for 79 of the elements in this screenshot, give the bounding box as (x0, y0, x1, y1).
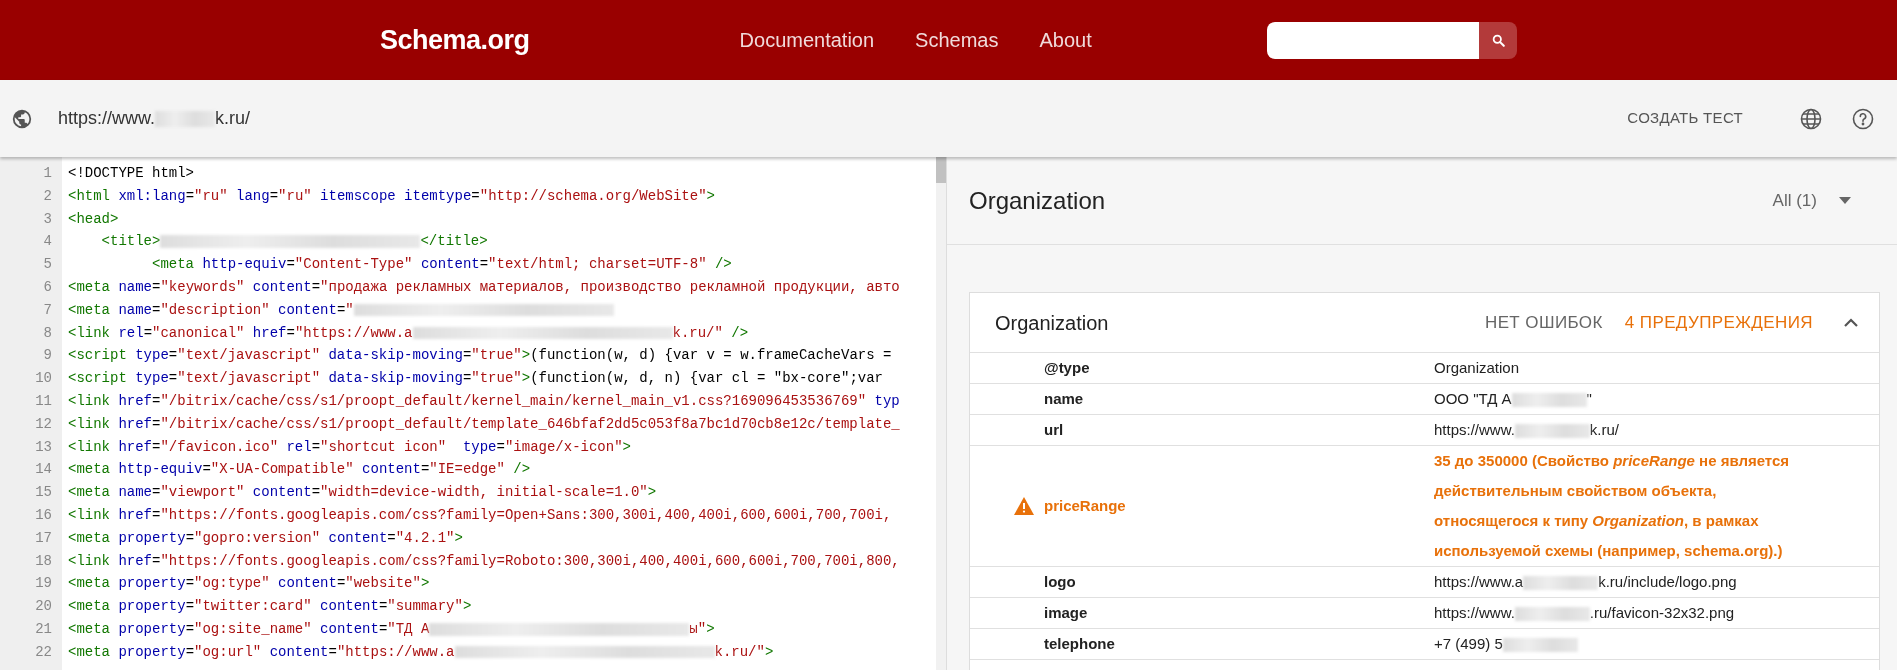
scrollbar-thumb[interactable] (936, 157, 946, 183)
line-number: 1 (42, 164, 53, 183)
property-value: Organization (1434, 358, 1521, 378)
property-value: https://www. .ru/favicon-32x32.png (1434, 603, 1736, 623)
property-name: telephone (1044, 633, 1116, 654)
code-line: <script type="text/javascript" data-skip-moving="true">(function(w, d, n) {var cl = "bx-core";var (67, 369, 884, 389)
line-number: 5 (42, 255, 53, 275)
url-text: https://www. k.ru/ (58, 107, 251, 130)
line-number: 11 (34, 391, 53, 411)
property-name: priceRange (1044, 495, 1127, 516)
line-number: 6 (42, 278, 53, 297)
code-line: <link href="/bitrix/cache/css/s1/proopt_default/template_646bfaf2dd5c053f8a7bc1d70cb8e12c/template_ (67, 414, 901, 434)
line-number: 3 (42, 209, 53, 229)
filter-dropdown[interactable]: All (1) (1766, 186, 1857, 215)
help-icon[interactable] (1851, 106, 1875, 131)
line-number: 20 (34, 597, 53, 617)
card-title: Organization (995, 310, 1109, 336)
property-name: url (1044, 419, 1065, 440)
code-line: <meta property="gopro:version" content="4.2.1"> (67, 528, 464, 548)
code-line: <meta http-equiv="X-UA-Compatible" content="IE=edge" /> (67, 460, 532, 480)
error-count: НЕТ ОШИБОК (1484, 311, 1603, 334)
property-name: name (1044, 388, 1085, 409)
code-line: <link href="/bitrix/cache/css/s1/proopt_default/kernel_main/kernel_main_v1.css?169096453536769" typ (67, 391, 901, 411)
create-test-button[interactable]: СОЗДАТЬ ТЕСТ (1621, 106, 1749, 131)
code-line: <meta property="og:url" content="https://www.a k.ru/"> (67, 642, 775, 662)
line-number: 10 (34, 369, 53, 389)
code-line: <title> </title> (100, 232, 489, 252)
property-value: 35 до 350000 (Свойство priceRange не является действительным свойством объекта, относящегося к типу Organization, в рамках используемой схемы (например, schema.org).) (1434, 451, 1791, 561)
property-value: https://www. k.ru/ (1434, 420, 1621, 440)
line-number: 19 (34, 574, 53, 594)
code-line: <meta property="og:site_name" content="ТД А ы"> (67, 619, 716, 639)
code-line: <link href="https://fonts.googleapis.com/css?family=Open+Sans:300,300i,400,400i,600,600i,700,700i, (67, 505, 893, 525)
nav-link[interactable]: Documentation (739, 25, 875, 55)
code-line: <meta http-equiv="Content-Type" content="text/html; charset=UTF-8" /> (151, 255, 733, 275)
property-name: logo (1044, 571, 1077, 592)
results-title: Organization (969, 185, 1106, 216)
line-number: 8 (42, 323, 53, 343)
line-number: 13 (34, 437, 53, 457)
line-number: 21 (34, 619, 53, 639)
globe-icon (11, 107, 33, 130)
property-value: https://www.a k.ru/include/logo.png (1434, 572, 1738, 592)
code-line: <meta name="viewport" content="width=device-width, initial-scale=1.0"> (67, 483, 658, 503)
line-number: 9 (42, 346, 53, 366)
code-line: <meta name="description" content=" (62, 298, 932, 322)
code-line: <head> (67, 209, 120, 229)
line-number: 14 (34, 460, 53, 480)
line-number: 12 (34, 414, 53, 434)
code-line: <meta name="keywords" content="продажа рекламных материалов, производство рекламной продукции, авто (67, 278, 901, 297)
line-number: 22 (34, 642, 53, 662)
chevron-up-icon (1843, 318, 1859, 329)
property-name: image (1044, 602, 1089, 623)
code-line: <meta property="og:type" content="website"> (67, 574, 431, 594)
code-line: <!DOCTYPE html> (67, 164, 196, 183)
code-line: <link href="/favicon.ico" rel="shortcut icon" type="image/x-icon"> (67, 437, 632, 457)
nav-link[interactable]: Schemas (915, 25, 999, 55)
warning-count: 4 ПРЕДУПРЕЖДЕНИЯ (1624, 311, 1813, 334)
warning-icon (1014, 497, 1034, 515)
site-logo[interactable]: Schema.org (380, 19, 530, 61)
nav-link[interactable]: About (1039, 25, 1092, 55)
property-name: @type (1044, 357, 1091, 378)
line-number: 18 (34, 551, 53, 571)
search-icon (1491, 33, 1505, 47)
code-line: <script type="text/javascript" data-skip-moving="true">(function(w, d) {var v = w.frameCacheVars = (67, 346, 893, 366)
property-value: ООО "ТД А " (1434, 389, 1593, 409)
line-number: 17 (34, 528, 53, 548)
line-number: 16 (34, 505, 53, 525)
language-icon[interactable] (1799, 106, 1823, 131)
code-line: <html xml:lang="ru" lang="ru" itemscope itemtype="http://schema.org/WebSite"> (67, 186, 716, 206)
code-line: <link rel="canonical" href="https://www.a k.ru/" /> (67, 323, 750, 343)
dropdown-caret-icon (1839, 197, 1851, 204)
search-field[interactable] (1267, 21, 1479, 59)
code-line: <link href="https://fonts.googleapis.com/css?family=Roboto:300,300i,400,400i,600,600i,700,700i,800, (67, 551, 901, 571)
line-number: 7 (42, 300, 53, 320)
code-line: <meta property="twitter:card" content="summary"> (67, 597, 473, 617)
line-number: 15 (34, 483, 53, 503)
line-number: 4 (42, 232, 53, 252)
property-value: +7 (499) 5 (1434, 634, 1794, 654)
line-number: 2 (42, 186, 53, 206)
search-button[interactable] (1479, 21, 1517, 59)
